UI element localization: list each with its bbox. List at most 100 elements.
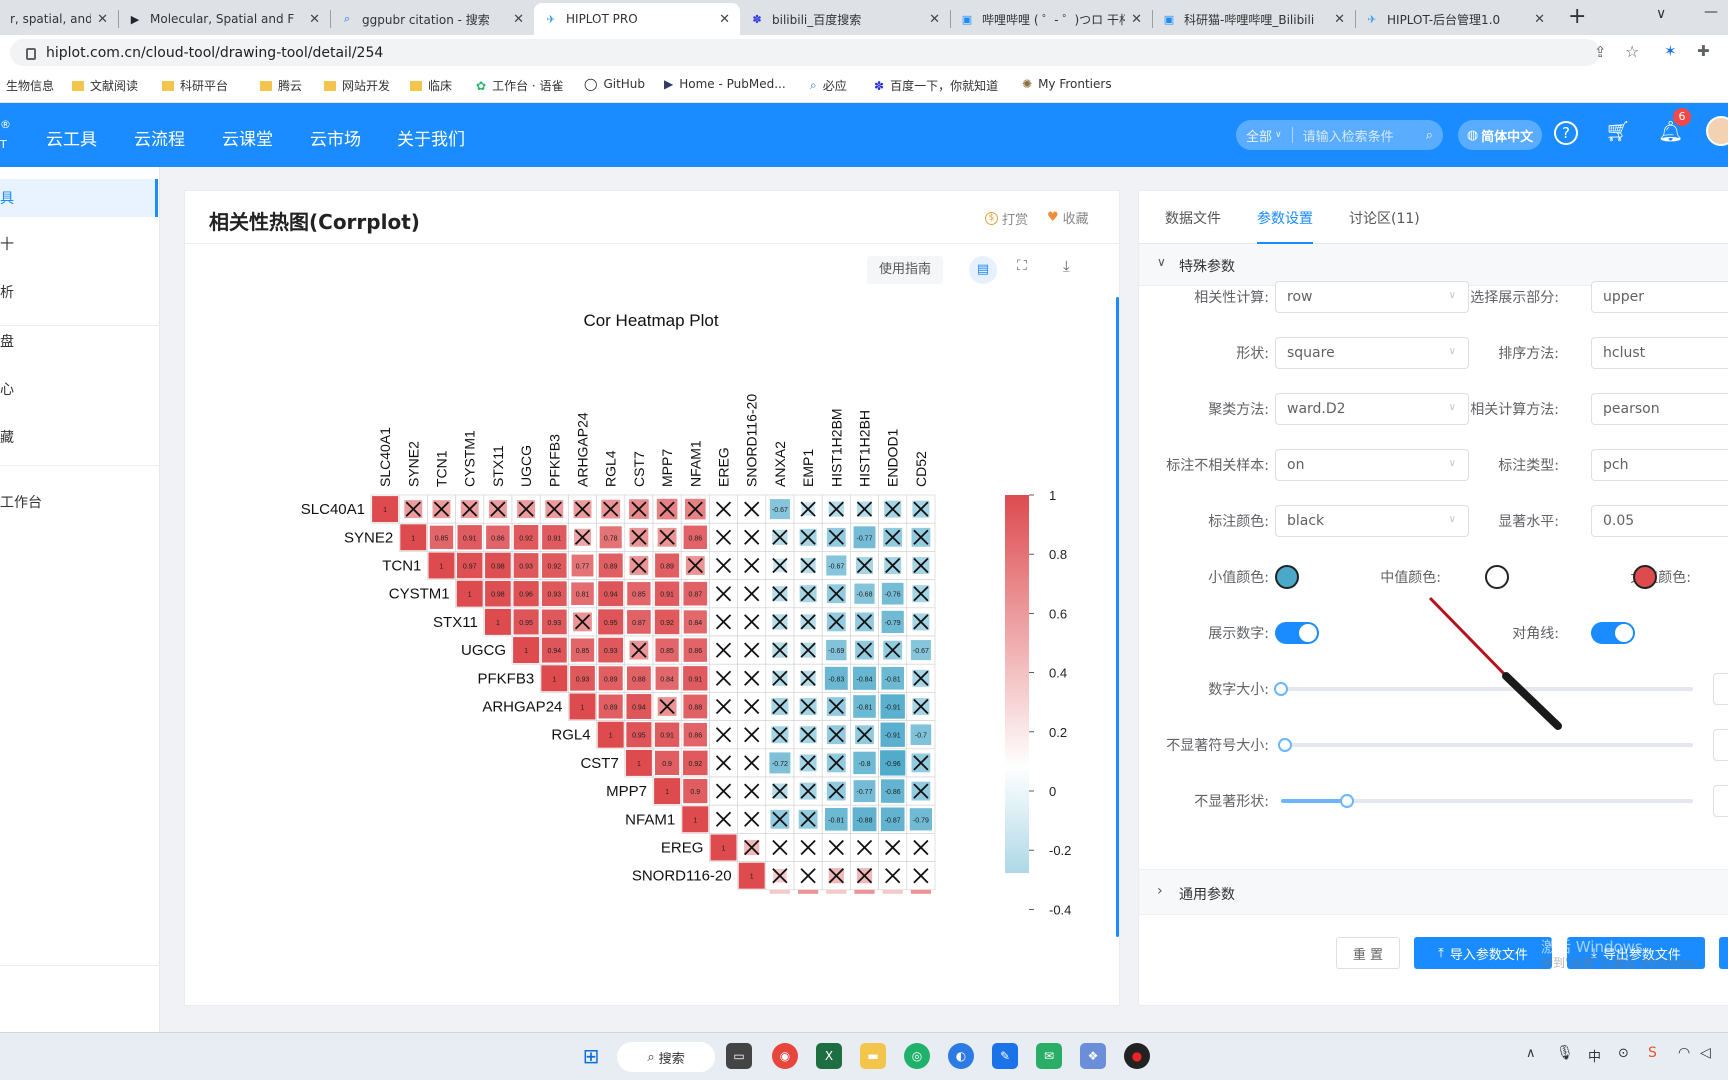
bookmark-item[interactable]: ✺ My Frontiers [1022, 77, 1112, 91]
pdf-icon[interactable]: ▤ [969, 256, 997, 284]
taskbar-search[interactable]: ⌕ 搜索 [617, 1042, 715, 1072]
minimize-icon[interactable]: — [1704, 4, 1718, 20]
param-select[interactable]: on ∨ [1275, 449, 1469, 481]
bookmark-item[interactable]: ▶ Home - PubMed... [664, 77, 786, 91]
browser-tab[interactable]: r, spatial, and fu ✕ [0, 3, 118, 35]
tab-list-chevron-icon[interactable]: ∨ [1656, 6, 1666, 22]
slider-number-input[interactable] [1713, 673, 1728, 705]
bookmark-item[interactable]: 生物信息 [6, 77, 54, 94]
green-app-icon[interactable]: ◎ [904, 1043, 930, 1069]
param-select[interactable]: pch [1591, 449, 1728, 481]
extension-icon[interactable]: ✶ [1664, 42, 1677, 60]
download-icon[interactable]: ⤓ [1063, 257, 1070, 275]
slider-number-input[interactable] [1713, 729, 1728, 761]
volume-icon[interactable]: ◁ [1700, 1045, 1711, 1061]
sidebar-item[interactable]: 具 [0, 179, 160, 217]
color-swatch[interactable] [1633, 565, 1657, 589]
bookmark-item[interactable]: ✿ 工作台 · 语雀 [476, 77, 564, 94]
color-swatch[interactable] [1485, 565, 1509, 589]
browser-tab[interactable]: ▣ 科研猫-哔哩哔哩_Bilibili ✕ [1152, 3, 1355, 35]
new-tab-button[interactable]: + [1568, 4, 1586, 29]
favorite-button[interactable]: ♥ 收藏 [1047, 208, 1089, 227]
show-numbers-toggle[interactable] [1275, 622, 1319, 644]
close-icon[interactable]: ✕ [97, 12, 108, 27]
params-tab[interactable]: 讨论区(11) [1349, 208, 1420, 228]
special-params-header[interactable]: ∨ 特殊参数 [1139, 244, 1728, 286]
diagonal-toggle[interactable] [1591, 622, 1635, 644]
site-nav-item[interactable]: 云课堂 [222, 125, 273, 150]
sidebar-item[interactable]: 十 [0, 225, 160, 263]
slider-knob[interactable] [1274, 682, 1288, 696]
pen-app-icon[interactable]: ✎ [992, 1043, 1018, 1069]
close-icon[interactable]: ✕ [1334, 12, 1345, 27]
reset-button[interactable]: 重 置 [1336, 937, 1400, 969]
browser-tab[interactable]: ⌕ ggpubr citation - 搜索 ✕ [330, 3, 534, 35]
import-params-button[interactable]: ⤒ 导入参数文件 [1414, 937, 1552, 969]
sidebar-item[interactable]: 析 [0, 273, 160, 311]
param-select[interactable]: row ∨ [1275, 281, 1469, 313]
site-nav-item[interactable]: 云工具 [46, 125, 97, 171]
browser-tab[interactable]: ✈ HIPLOT-后台管理1.0 ✕ [1355, 3, 1555, 35]
tray-chevron-icon[interactable]: ∧ [1526, 1046, 1536, 1061]
mic-icon[interactable]: 🎙︎ [1556, 1045, 1574, 1061]
slider-knob[interactable] [1339, 794, 1354, 808]
task-view-icon[interactable]: ▭ [726, 1043, 752, 1069]
guide-button[interactable]: 使用指南 [867, 256, 944, 284]
puzzle-icon[interactable]: ✚ [1697, 42, 1710, 60]
params-tab[interactable]: 数据文件 [1165, 208, 1221, 228]
wechat-icon[interactable]: ✉ [1036, 1043, 1062, 1069]
browser-tab[interactable]: ▶ Molecular, Spatial and F ✕ [118, 3, 330, 35]
site-nav-item[interactable]: 关于我们 [397, 125, 465, 150]
close-icon[interactable]: ✕ [719, 12, 730, 27]
bookmark-item[interactable]: 临床 [410, 77, 452, 94]
color-swatch[interactable] [1275, 565, 1299, 589]
param-select[interactable]: upper [1591, 281, 1728, 313]
site-logo[interactable]: ® T [0, 115, 14, 155]
param-select[interactable]: ward.D2 ∨ [1275, 393, 1469, 425]
reward-button[interactable]: $ 打赏 [985, 209, 1028, 228]
search-icon[interactable]: ⌕ [1426, 128, 1433, 143]
browser-tab[interactable]: ✈ HIPLOT PRO ✕ [534, 3, 740, 35]
ime-icon[interactable]: 中 [1588, 1046, 1601, 1065]
record-icon[interactable]: ● [1124, 1043, 1150, 1069]
search-input[interactable]: 请输入检索条件 [1303, 126, 1426, 145]
close-icon[interactable]: ✕ [929, 12, 940, 27]
bookmark-item[interactable]: ⌕ 必应 [810, 77, 847, 94]
param-select[interactable]: 0.05 [1591, 505, 1728, 537]
language-switch[interactable]: ◍ 简体中文 [1458, 120, 1542, 150]
param-select[interactable]: square ∨ [1275, 337, 1469, 369]
ime-mode-icon[interactable]: ⊙ [1618, 1046, 1629, 1061]
fullscreen-icon[interactable]: ⛶ [1017, 258, 1027, 274]
address-bar[interactable]: hiplot.com.cn/cloud-tool/drawing-tool/de… [10, 39, 1600, 66]
sidebar-item[interactable]: 工作台 [0, 483, 160, 521]
sidebar-item[interactable]: 心 [0, 370, 160, 408]
param-select[interactable]: pearson [1591, 393, 1728, 425]
share-icon[interactable]: ⇪ [1594, 43, 1607, 61]
search-scope-select[interactable]: 全部 [1246, 126, 1272, 145]
bookmark-item[interactable]: 文献阅读 [72, 77, 138, 94]
bookmark-item[interactable]: 腾云 [260, 77, 302, 94]
partial-button[interactable] [1719, 937, 1728, 969]
sidebar-item[interactable]: 藏 [0, 418, 160, 456]
close-icon[interactable]: ✕ [1534, 12, 1545, 27]
close-icon[interactable]: ✕ [513, 12, 524, 27]
cart-icon[interactable]: 🛒︎ [1605, 119, 1630, 143]
close-icon[interactable]: ✕ [309, 12, 320, 27]
settings-app-icon[interactable]: ❖ [1080, 1043, 1106, 1069]
slider-knob[interactable] [1278, 738, 1293, 752]
bookmark-item[interactable]: ✽ 百度一下，你就知道 [874, 77, 998, 94]
param-slider[interactable] [1274, 682, 1693, 696]
bookmark-item[interactable]: ◯ GitHub [584, 77, 645, 91]
star-icon[interactable]: ☆ [1625, 42, 1639, 61]
param-select[interactable]: black ∨ [1275, 505, 1469, 537]
sogou-icon[interactable]: S [1648, 1045, 1657, 1061]
general-params-header[interactable]: › 通用参数 [1139, 869, 1728, 915]
site-nav-item[interactable]: 云流程 [134, 125, 185, 150]
wifi-icon[interactable]: ◠ [1678, 1045, 1690, 1061]
browser-tab[interactable]: ▣ 哔哩哔哩 ( ゜- ゜)つロ 干杯 ✕ [950, 3, 1152, 35]
blue-app-icon[interactable]: ◐ [948, 1043, 974, 1069]
browser-tab[interactable]: ✽ bilibili_百度搜索 ✕ [740, 3, 950, 35]
param-slider[interactable] [1281, 794, 1693, 808]
params-tab[interactable]: 参数设置 [1257, 208, 1313, 244]
chart-scrollbar[interactable] [1116, 297, 1119, 937]
